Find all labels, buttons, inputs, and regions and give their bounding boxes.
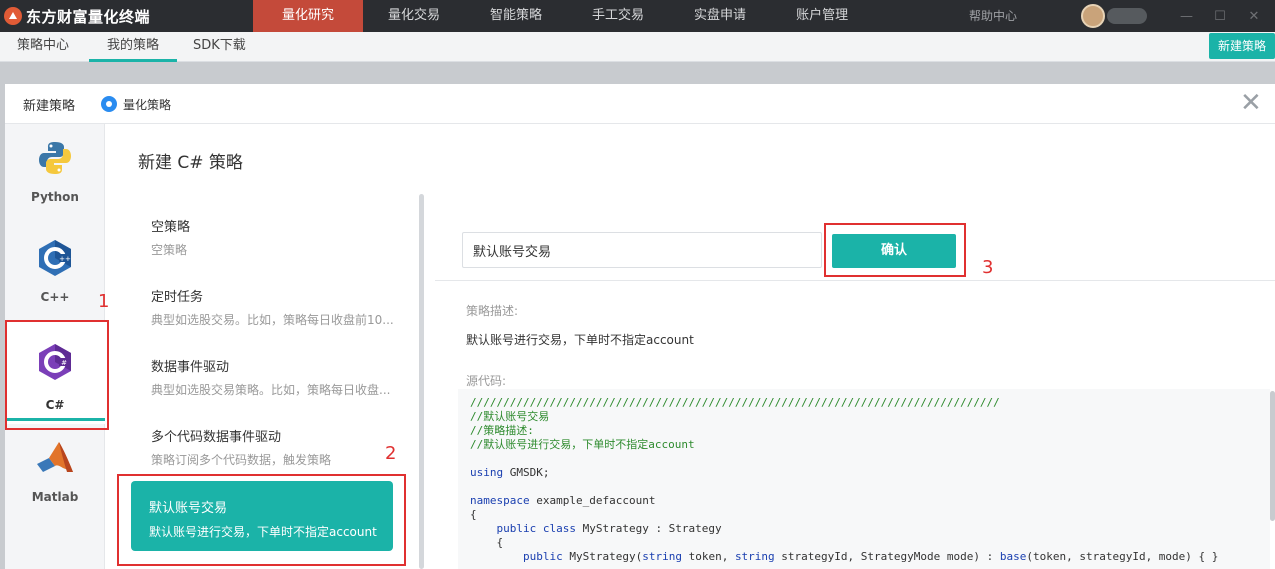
- maximize-icon[interactable]: ☐: [1214, 9, 1226, 24]
- template-multi-symbol-event[interactable]: 多个代码数据事件驱动 策略订阅多个代码数据，触发策略: [133, 404, 403, 474]
- lang-python-label: Python: [31, 190, 79, 204]
- template-title: 数据事件驱动: [151, 360, 230, 375]
- app-logo: 东方财富量化终端: [4, 0, 150, 32]
- cpp-icon: ++: [35, 238, 75, 278]
- tab-my-strategies[interactable]: 我的策略: [89, 32, 177, 62]
- python-icon: [35, 138, 75, 178]
- source-code-label: 源代码:: [466, 374, 507, 388]
- dialog-title: 新建策略: [23, 99, 76, 114]
- title-bar: 东方财富量化终端 量化研究 量化交易 智能策略 手工交易 实盘申请 账户管理 帮…: [0, 0, 1275, 32]
- annotation-number-2: 2: [385, 443, 397, 464]
- tab-strategy-center[interactable]: 策略中心: [17, 32, 69, 62]
- annotation-number-1: 1: [98, 291, 110, 312]
- template-data-event-driven[interactable]: 数据事件驱动 典型如选股交易策略。比如，策略每日收盘...: [133, 334, 403, 404]
- quant-strategy-radio[interactable]: [101, 96, 117, 112]
- minimize-icon[interactable]: —: [1180, 9, 1193, 24]
- nav-account-management[interactable]: 账户管理: [771, 0, 873, 32]
- nav-manual-trading[interactable]: 手工交易: [567, 0, 669, 32]
- username-blurred: [1107, 8, 1147, 24]
- quant-strategy-radio-label[interactable]: 量化策略: [123, 96, 171, 113]
- annotation-box-3: [824, 223, 966, 277]
- lang-cpp-label: C++: [40, 290, 70, 304]
- divider: [435, 280, 1275, 281]
- lang-matlab-label: Matlab: [31, 490, 79, 504]
- tab-sdk-download[interactable]: SDK下载: [193, 32, 246, 62]
- nav-live-application[interactable]: 实盘申请: [669, 0, 771, 32]
- template-title: 多个代码数据事件驱动: [151, 430, 282, 445]
- nav-smart-strategy[interactable]: 智能策略: [465, 0, 567, 32]
- main-nav: 量化研究 量化交易 智能策略 手工交易 实盘申请 账户管理: [253, 0, 873, 32]
- code-scrollbar[interactable]: [1270, 391, 1275, 521]
- description-text: 默认账号进行交易，下单时不指定account: [466, 333, 694, 347]
- template-title: 定时任务: [151, 290, 204, 305]
- annotation-box-1: [5, 320, 109, 430]
- annotation-box-2: [117, 474, 406, 566]
- lang-matlab[interactable]: Matlab: [5, 424, 105, 514]
- template-desc: 典型如选股交易策略。比如，策略每日收盘...: [151, 383, 391, 397]
- description-label: 策略描述:: [466, 304, 519, 318]
- matlab-icon: [35, 438, 75, 478]
- close-icon[interactable]: ✕: [1240, 90, 1262, 116]
- app-title: 东方财富量化终端: [26, 7, 151, 26]
- lang-python[interactable]: Python: [5, 124, 105, 214]
- lang-cpp[interactable]: ++ C++: [5, 224, 105, 314]
- template-title: 空策略: [151, 220, 191, 235]
- help-center-link[interactable]: 帮助中心: [969, 0, 1017, 32]
- annotation-number-3: 3: [982, 257, 994, 278]
- strategy-name-input[interactable]: [462, 232, 822, 268]
- source-code-viewer[interactable]: ////////////////////////////////////////…: [458, 389, 1270, 569]
- window-controls: — ☐ ✕: [1180, 0, 1260, 32]
- logo-icon: [4, 7, 22, 25]
- dialog-header: 新建策略 量化策略 ✕: [5, 84, 1275, 124]
- svg-text:++: ++: [59, 255, 71, 263]
- user-avatar[interactable]: [1081, 4, 1105, 28]
- templates-title: 新建 C# 策略: [138, 153, 243, 173]
- template-list-scrollbar[interactable]: [419, 194, 424, 569]
- template-scheduled-task[interactable]: 定时任务 典型如选股交易。比如，策略每日收盘前10...: [133, 264, 403, 334]
- nav-quant-research[interactable]: 量化研究: [253, 0, 363, 32]
- source-code: ////////////////////////////////////////…: [470, 396, 1219, 563]
- template-desc: 典型如选股交易。比如，策略每日收盘前10...: [151, 313, 394, 327]
- nav-quant-trading[interactable]: 量化交易: [363, 0, 465, 32]
- sub-tab-bar: 策略中心 我的策略 SDK下载: [0, 32, 1275, 62]
- template-desc: 策略订阅多个代码数据，触发策略: [151, 453, 332, 467]
- template-desc: 空策略: [151, 243, 188, 257]
- new-strategy-button[interactable]: 新建策略: [1209, 33, 1275, 59]
- template-empty[interactable]: 空策略 空策略: [133, 194, 403, 264]
- close-window-icon[interactable]: ✕: [1248, 9, 1260, 24]
